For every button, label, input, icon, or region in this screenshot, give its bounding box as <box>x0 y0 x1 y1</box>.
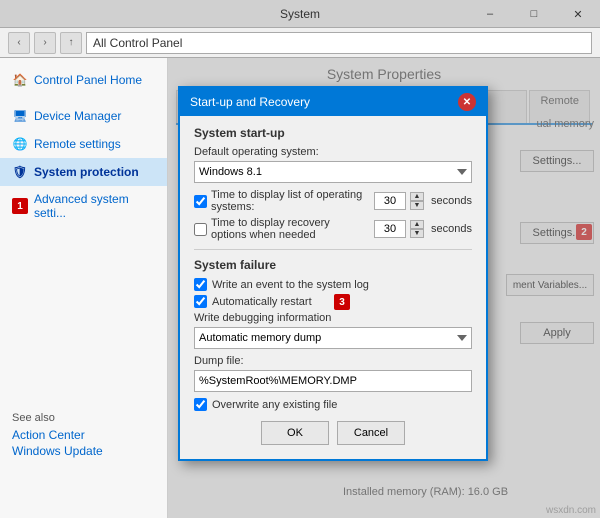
divider-1 <box>194 249 472 250</box>
startup-recovery-dialog: Start-up and Recovery ✕ System start-up … <box>178 86 488 461</box>
sidebar-item-system-protection-label: System protection <box>34 165 139 179</box>
see-also-links: Action Center Windows Update <box>12 428 156 458</box>
dump-file-label: Dump file: <box>194 355 472 367</box>
time-recovery-down[interactable]: ▼ <box>410 229 424 238</box>
address-bar: ‹ › ↑ <box>0 28 600 58</box>
title-bar: System – □ ✕ <box>0 0 600 28</box>
back-button[interactable]: ‹ <box>8 32 30 54</box>
time-recovery-value[interactable] <box>374 220 406 238</box>
write-debug-label: Write debugging information <box>194 312 472 324</box>
cancel-button[interactable]: Cancel <box>337 421 405 445</box>
time-recovery-unit: seconds <box>431 223 472 235</box>
overwrite-row: Overwrite any existing file <box>194 398 472 411</box>
window-close-button[interactable]: ✕ <box>556 0 600 28</box>
write-event-label: Write an event to the system log <box>212 279 369 291</box>
time-recovery-up[interactable]: ▲ <box>410 220 424 229</box>
system-failure-label: System failure <box>194 258 472 272</box>
sidebar-item-device-manager[interactable]: 🖥 Device Manager <box>0 102 167 130</box>
forward-button[interactable]: › <box>34 32 56 54</box>
dialog-title-bar: Start-up and Recovery ✕ <box>180 88 486 116</box>
dialog-buttons: OK Cancel <box>194 421 472 449</box>
time-display-down[interactable]: ▼ <box>410 201 424 210</box>
auto-restart-checkbox[interactable] <box>194 295 207 308</box>
title-bar-controls: – □ ✕ <box>468 0 600 28</box>
dump-file-input[interactable] <box>194 370 472 392</box>
default-os-label: Default operating system: <box>194 146 472 158</box>
see-also-label: See also <box>12 412 156 424</box>
window-title: System <box>280 7 320 21</box>
system-startup-label: System start-up <box>194 126 472 140</box>
time-recovery-label: Time to display recovery options when ne… <box>211 217 366 241</box>
time-display-up[interactable]: ▲ <box>410 192 424 201</box>
dialog-title: Start-up and Recovery <box>190 95 310 109</box>
sidebar-control-panel-home[interactable]: 🏠 Control Panel Home <box>0 66 167 94</box>
badge-3: 3 <box>334 294 350 310</box>
write-event-checkbox[interactable] <box>194 278 207 291</box>
sidebar-control-panel-home-label: Control Panel Home <box>34 73 142 87</box>
sidebar-item-advanced-settings[interactable]: 1 Advanced system setti... <box>0 186 167 226</box>
sidebar-item-remote-settings[interactable]: 🌐 Remote settings <box>0 130 167 158</box>
time-recovery-checkbox[interactable] <box>194 223 207 236</box>
remote-icon: 🌐 <box>12 136 28 152</box>
dialog-close-button[interactable]: ✕ <box>458 93 476 111</box>
time-display-row: Time to display list of operating system… <box>194 189 472 213</box>
time-display-label: Time to display list of operating system… <box>211 189 366 213</box>
home-icon: 🏠 <box>12 72 28 88</box>
default-os-dropdown[interactable]: Windows 8.1 <box>194 161 472 183</box>
badge-1: 1 <box>12 198 28 214</box>
overwrite-checkbox[interactable] <box>194 398 207 411</box>
sidebar-item-system-protection[interactable]: 🛡 System protection <box>0 158 167 186</box>
device-manager-icon: 🖥 <box>12 108 28 124</box>
sidebar: 🏠 Control Panel Home 🖥 Device Manager 🌐 … <box>0 58 168 518</box>
dialog-body: System start-up Default operating system… <box>180 116 486 459</box>
debug-dropdown-row: Automatic memory dump <box>194 327 472 349</box>
time-display-value[interactable] <box>374 192 406 210</box>
main-layout: 🏠 Control Panel Home 🖥 Device Manager 🌐 … <box>0 58 600 518</box>
default-os-row: Windows 8.1 <box>194 161 472 183</box>
sidebar-item-remote-settings-label: Remote settings <box>34 137 121 151</box>
content-area: System Properties Computer Name Hardware… <box>168 58 600 518</box>
action-center-link[interactable]: Action Center <box>12 428 156 442</box>
time-display-spinner[interactable]: ▲ ▼ <box>410 192 424 210</box>
address-field[interactable] <box>86 32 592 54</box>
write-event-row: Write an event to the system log <box>194 278 472 291</box>
windows-update-link[interactable]: Windows Update <box>12 444 156 458</box>
overwrite-label: Overwrite any existing file <box>212 399 337 411</box>
ok-button[interactable]: OK <box>261 421 329 445</box>
maximize-button[interactable]: □ <box>512 0 556 28</box>
auto-restart-label: Automatically restart <box>212 296 312 308</box>
time-recovery-row: Time to display recovery options when ne… <box>194 217 472 241</box>
time-recovery-spinner[interactable]: ▲ ▼ <box>410 220 424 238</box>
sidebar-item-device-manager-label: Device Manager <box>34 109 121 123</box>
time-display-checkbox[interactable] <box>194 195 207 208</box>
sidebar-item-advanced-label: Advanced system setti... <box>34 192 155 220</box>
auto-restart-row: Automatically restart 3 <box>194 295 472 308</box>
time-display-unit: seconds <box>431 195 472 207</box>
shield-icon: 🛡 <box>12 164 28 180</box>
debug-dropdown[interactable]: Automatic memory dump <box>194 327 472 349</box>
minimize-button[interactable]: – <box>468 0 512 28</box>
up-button[interactable]: ↑ <box>60 32 82 54</box>
